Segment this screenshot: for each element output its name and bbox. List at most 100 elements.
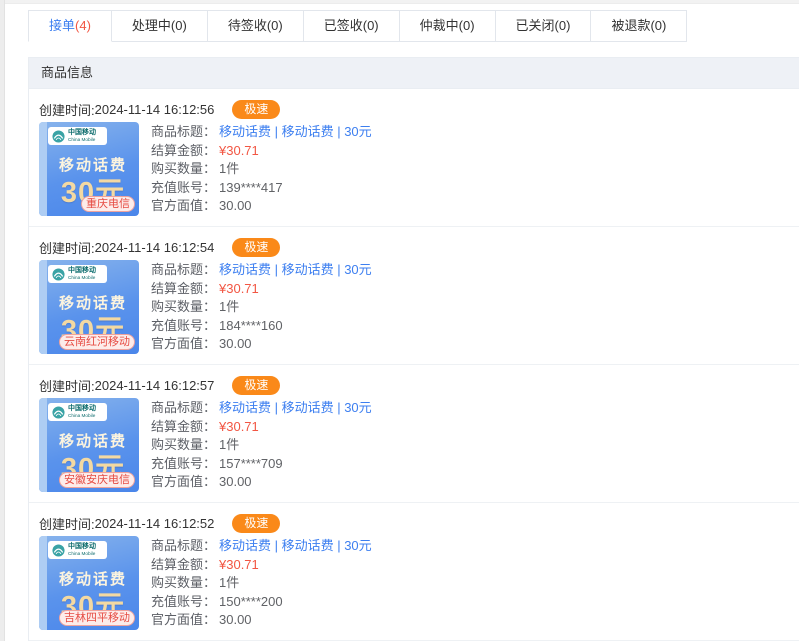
tab-order-status[interactable]: 处理中(0) — [112, 10, 208, 42]
operator-name-cn: 中国移动 — [68, 267, 103, 275]
official-value-value: 30.00 — [219, 335, 252, 354]
detail-label: 结算金额： — [151, 280, 219, 299]
china-mobile-logo-icon — [52, 544, 65, 557]
tab-label: 已签收 — [324, 18, 363, 33]
china-mobile-logo-text: 中国移动 China Mobile — [68, 543, 103, 557]
order-time-row: 创建时间:2024-11-14 16:12:52 极速 — [39, 512, 799, 534]
tab-order-status[interactable]: 已签收(0) — [304, 10, 400, 42]
detail-label: 官方面值： — [151, 335, 219, 354]
tab-label: 处理中 — [132, 18, 171, 33]
order-row: 创建时间:2024-11-14 16:12:57 极速 中国移动 China M… — [29, 365, 799, 503]
product-thumbnail[interactable]: 中国移动 China Mobile 移动话费 30元 安徽安庆电信 — [39, 398, 139, 492]
china-mobile-logo: 中国移动 China Mobile — [48, 127, 107, 145]
created-time-value: 2024-11-14 16:12:54 — [95, 240, 215, 255]
tab-order-status[interactable]: 仲裁中(0) — [400, 10, 496, 42]
order-list: 创建时间: 2024-11-14 16:12:56 极速 中国移动 China M… — [29, 89, 799, 641]
created-time-label: 创建时间: — [39, 238, 95, 257]
detail-product-title: 商品标题： 移动话费 | 移动话费 | 30元 — [151, 261, 372, 280]
order-row: 创建时间:2024-11-14 16:12:56 极速 中国移动 China M… — [29, 89, 799, 227]
detail-label: 购买数量： — [151, 574, 219, 593]
tab-label: 已关闭 — [516, 18, 555, 33]
tab-count: (0) — [363, 18, 379, 33]
detail-product-title: 商品标题： 移动话费 | 移动话费 | 30元 — [151, 399, 372, 418]
detail-label: 结算金额： — [151, 556, 219, 575]
tab-label: 被退款 — [611, 18, 650, 33]
detail-official-value: 官方面值： 30.00 — [151, 611, 372, 630]
detail-official-value: 官方面值： 30.00 — [151, 197, 372, 216]
detail-label: 购买数量： — [151, 160, 219, 179]
speed-badge: 极速 — [232, 514, 280, 533]
operator-name-en: China Mobile — [68, 552, 95, 557]
detail-product-title: 商品标题： 移动话费 | 移动话费 | 30元 — [151, 123, 372, 142]
detail-label: 购买数量： — [151, 436, 219, 455]
card-left-stripe — [39, 122, 47, 216]
order-status-tabs: 接单(4) 处理中(0) 待签收(0) 已签收(0) 仲裁中(0) 已关闭(0)… — [28, 10, 799, 42]
order-body: 中国移动 China Mobile 移动话费 30元 重庆电信 商品标题： 移动… — [39, 122, 799, 216]
detail-product-title: 商品标题： 移动话费 | 移动话费 | 30元 — [151, 537, 372, 556]
order-body: 中国移动 China Mobile 移动话费 30元 云南红河移动 商品标题： … — [39, 260, 799, 354]
tab-label: 待签收 — [228, 18, 267, 33]
region-badge: 吉林四平移动 — [59, 610, 135, 626]
detail-label: 充值账号： — [151, 593, 219, 612]
product-title-link[interactable]: 移动话费 | 移动话费 | 30元 — [219, 123, 372, 142]
product-title-link[interactable]: 移动话费 | 移动话费 | 30元 — [219, 261, 372, 280]
purchase-qty-value: 1件 — [219, 574, 239, 593]
operator-name-en: China Mobile — [68, 276, 95, 281]
tab-order-status[interactable]: 待签收(0) — [208, 10, 304, 42]
product-thumbnail[interactable]: 中国移动 China Mobile 移动话费 30元 云南红河移动 — [39, 260, 139, 354]
created-time-value: 2024-11-14 16:12:56 — [95, 102, 215, 117]
operator-name-cn: 中国移动 — [68, 129, 103, 137]
order-details: 商品标题： 移动话费 | 移动话费 | 30元 结算金额： ¥30.71 购买数… — [151, 122, 372, 216]
purchase-qty-value: 1件 — [219, 436, 239, 455]
operator-name-cn: 中国移动 — [68, 405, 103, 413]
detail-label: 官方面值： — [151, 197, 219, 216]
settle-amount-value: ¥30.71 — [219, 142, 259, 161]
card-left-stripe — [39, 260, 47, 354]
order-time-row: 创建时间:2024-11-14 16:12:54 极速 — [39, 236, 799, 258]
tab-count: (0) — [267, 18, 283, 33]
detail-label: 商品标题： — [151, 399, 219, 418]
detail-settle-amount: 结算金额： ¥30.71 — [151, 280, 372, 299]
china-mobile-logo-icon — [52, 268, 65, 281]
tab-order-status[interactable]: 已关闭(0) — [496, 10, 592, 42]
order-row: 创建时间:2024-11-14 16:12:52 极速 中国移动 China M… — [29, 503, 799, 641]
recharge-account-value: 157****709 — [219, 455, 283, 474]
detail-purchase-qty: 购买数量： 1件 — [151, 574, 372, 593]
speed-badge: 极速 — [232, 100, 280, 119]
product-thumbnail[interactable]: 中国移动 China Mobile 移动话费 30元 吉林四平移动 — [39, 536, 139, 630]
official-value-value: 30.00 — [219, 611, 252, 630]
region-badge: 云南红河移动 — [59, 334, 135, 350]
operator-name-cn: 中国移动 — [68, 543, 103, 551]
order-body: 中国移动 China Mobile 移动话费 30元 吉林四平移动 商品标题： … — [39, 536, 799, 630]
purchase-qty-value: 1件 — [219, 298, 239, 317]
product-title-link[interactable]: 移动话费 | 移动话费 | 30元 — [219, 537, 372, 556]
official-value-value: 30.00 — [219, 197, 252, 216]
detail-label: 官方面值： — [151, 611, 219, 630]
orders-page: 接单(4) 处理中(0) 待签收(0) 已签收(0) 仲裁中(0) 已关闭(0)… — [28, 10, 799, 641]
detail-official-value: 官方面值： 30.00 — [151, 335, 372, 354]
tab-label: 接单 — [49, 18, 75, 33]
product-title-link[interactable]: 移动话费 | 移动话费 | 30元 — [219, 399, 372, 418]
recharge-account-value: 184****160 — [219, 317, 283, 336]
card-left-stripe — [39, 398, 47, 492]
detail-label: 官方面值： — [151, 473, 219, 492]
orders-panel: 商品信息 创建时间:2024-11-14 16:12:56 极速 中国移动 C — [28, 57, 799, 641]
top-edge — [5, 0, 799, 4]
operator-name-en: China Mobile — [68, 138, 95, 143]
china-mobile-logo-text: 中国移动 China Mobile — [68, 405, 103, 419]
speed-badge: 极速 — [232, 238, 280, 257]
tab-order-status[interactable]: 被退款(0) — [591, 10, 687, 42]
product-thumbnail[interactable]: 中国移动 China Mobile 移动话费 30元 重庆电信 — [39, 122, 139, 216]
detail-purchase-qty: 购买数量： 1件 — [151, 160, 372, 179]
detail-purchase-qty: 购买数量： 1件 — [151, 436, 372, 455]
order-details: 商品标题： 移动话费 | 移动话费 | 30元 结算金额： ¥30.71 购买数… — [151, 260, 372, 354]
panel-header: 商品信息 — [29, 58, 799, 89]
detail-purchase-qty: 购买数量： 1件 — [151, 298, 372, 317]
operator-name-en: China Mobile — [68, 414, 95, 419]
detail-settle-amount: 结算金额： ¥30.71 — [151, 556, 372, 575]
tab-order-status[interactable]: 接单(4) — [28, 10, 112, 42]
speed-badge: 极速 — [232, 376, 280, 395]
created-time-value: 2024-11-14 16:12:57 — [95, 378, 215, 393]
detail-label: 充值账号： — [151, 455, 219, 474]
detail-recharge-account: 充值账号： 150****200 — [151, 593, 372, 612]
